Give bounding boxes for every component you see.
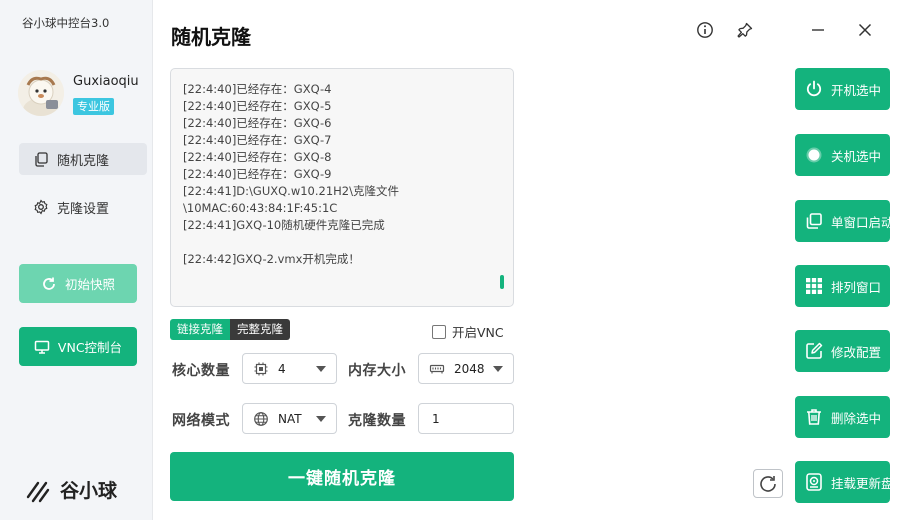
log-line: [22:4:40]已经存在：GXQ-4: [183, 82, 332, 96]
enable-vnc-checkbox[interactable]: 开启VNC: [432, 322, 504, 341]
arrange-windows-button[interactable]: 排列窗口: [795, 265, 890, 307]
single-window-launch-button[interactable]: 单窗口启动: [795, 200, 894, 242]
brand-logo-icon: [26, 481, 50, 502]
delete-selected-button[interactable]: 删除选中: [795, 396, 890, 438]
disk-icon: [806, 473, 822, 491]
chevron-down-icon: [316, 366, 326, 372]
stop-circle-icon: [806, 147, 822, 163]
power-icon: [806, 80, 822, 97]
globe-icon: [253, 411, 269, 427]
modify-config-label: 修改配置: [831, 344, 882, 360]
memory-size-select[interactable]: 2048: [418, 353, 514, 384]
log-line: [22:4:40]已经存在：GXQ-5: [183, 99, 332, 113]
clone-count-input[interactable]: [418, 403, 514, 434]
monitor-icon: [34, 340, 50, 354]
log-line: [22:4:40]已经存在：GXQ-6: [183, 116, 332, 130]
gear-icon: [33, 199, 49, 215]
edit-icon: [806, 342, 823, 359]
brand-name: 谷小球: [60, 480, 118, 502]
initial-snapshot-button[interactable]: 初始快照: [19, 264, 137, 303]
trash-icon: [807, 409, 821, 425]
brand: 谷小球: [26, 476, 117, 503]
info-icon: [697, 22, 713, 38]
sidebar-item-label: 克隆设置: [57, 201, 110, 217]
power-on-selected-button[interactable]: 开机选中: [795, 68, 890, 110]
enable-vnc-label: 开启VNC: [452, 325, 504, 340]
memory-icon: [429, 361, 445, 377]
avatar-image: [18, 70, 64, 116]
clone-mode-toggle: 链接克隆 完整克隆: [170, 319, 290, 340]
shutdown-selected-button[interactable]: 关机选中: [795, 134, 890, 176]
sidebar-item-clone-settings[interactable]: 克隆设置: [19, 191, 147, 223]
sidebar-item-label: 随机克隆: [57, 153, 110, 169]
log-line: [22:4:41]GXQ-10随机硬件克隆已完成: [183, 218, 385, 232]
vnc-console-button[interactable]: VNC控制台: [19, 327, 137, 366]
close-button[interactable]: [855, 20, 875, 40]
network-mode-label: 网络模式: [172, 413, 230, 429]
refresh-icon: [43, 277, 55, 290]
mount-update-disk-button[interactable]: 挂载更新盘: [795, 461, 894, 503]
copy-icon: [33, 151, 49, 167]
minimize-button[interactable]: [808, 20, 828, 40]
chevron-down-icon: [493, 366, 503, 372]
app-title: 谷小球中控台3.0: [22, 16, 110, 30]
info-button[interactable]: [695, 20, 715, 40]
modify-config-button[interactable]: 修改配置: [795, 330, 890, 372]
chevron-down-icon: [316, 416, 326, 422]
cpu-count-value: 4: [278, 361, 286, 376]
cpu-count-label: 核心数量: [172, 363, 230, 379]
log-line: [22:4:40]已经存在：GXQ-8: [183, 150, 332, 164]
page-title: 随机克隆: [171, 25, 251, 49]
memory-size-label: 内存大小: [348, 363, 406, 379]
network-mode-value: NAT: [278, 411, 302, 426]
checkbox-box[interactable]: [432, 324, 446, 339]
refresh-button[interactable]: [753, 469, 783, 498]
clone-count-label: 克隆数量: [348, 413, 406, 429]
network-mode-select[interactable]: NAT: [242, 403, 337, 434]
log-line: [22:4:42]GXQ-2.vmx开机完成！: [183, 252, 360, 266]
single-window-launch-label: 单窗口启动: [831, 214, 894, 230]
minimize-icon: [812, 29, 824, 31]
log-scrollbar[interactable]: [500, 275, 504, 289]
cpu-icon: [253, 361, 269, 377]
log-output[interactable]: [22:4:40]已经存在：GXQ-4 [22:4:40]已经存在：GXQ-5 [2…: [170, 68, 514, 307]
grid-icon: [806, 278, 822, 294]
initial-snapshot-label: 初始快照: [64, 277, 115, 292]
shutdown-selected-label: 关机选中: [831, 148, 882, 164]
pin-icon: [737, 22, 753, 38]
one-click-random-clone-button[interactable]: 一键随机克隆: [170, 452, 514, 501]
log-line: \10MAC:60:43:84:1F:45:1C: [183, 201, 338, 215]
close-icon: [858, 23, 872, 37]
refresh-icon: [760, 475, 776, 492]
log-line: [22:4:40]已经存在：GXQ-9: [183, 167, 332, 181]
mount-update-disk-label: 挂载更新盘: [831, 475, 894, 491]
sidebar-item-random-clone[interactable]: 随机克隆: [19, 143, 147, 175]
delete-selected-label: 删除选中: [831, 410, 882, 426]
arrange-windows-label: 排列窗口: [831, 279, 882, 295]
username: Guxiaoqiu: [73, 74, 139, 89]
cpu-count-select[interactable]: 4: [242, 353, 337, 384]
avatar[interactable]: [18, 70, 64, 116]
memory-size-value: 2048: [454, 361, 485, 376]
linked-clone-option[interactable]: 链接克隆: [170, 319, 230, 340]
full-clone-option[interactable]: 完整克隆: [230, 319, 290, 340]
windows-icon: [806, 213, 822, 229]
sidebar: 谷小球中控台3.0 Guxiaoqiu 专业版 随机克隆 克隆设置 初始快照 V: [0, 0, 153, 520]
pin-button[interactable]: [735, 20, 755, 40]
log-lines: [22:4:40]已经存在：GXQ-4 [22:4:40]已经存在：GXQ-5 [2…: [183, 81, 501, 268]
log-line: [22:4:41]D:\GUXQ.w10.21H2\克隆文件: [183, 184, 399, 198]
log-line: [22:4:40]已经存在：GXQ-7: [183, 133, 332, 147]
edition-badge: 专业版: [73, 98, 114, 115]
power-on-selected-label: 开机选中: [831, 82, 882, 98]
vnc-console-label: VNC控制台: [57, 340, 123, 355]
